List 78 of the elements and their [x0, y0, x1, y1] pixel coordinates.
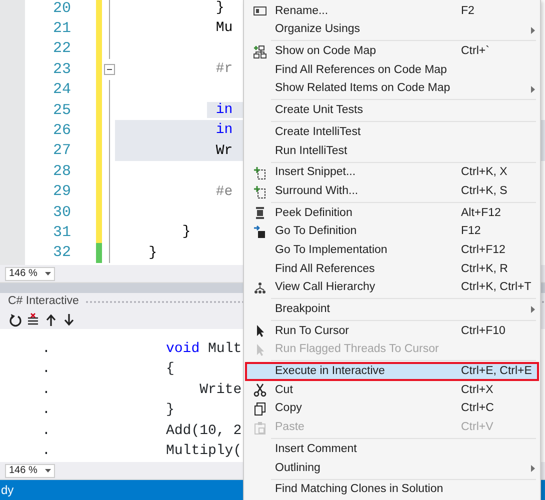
line-number: 27	[52, 142, 71, 160]
code-text: Multiply(	[166, 442, 242, 462]
menu-item[interactable]: Show on Code Map Ctrl+`	[245, 42, 539, 62]
line-number: 23	[52, 60, 71, 78]
prompt-dot: .	[42, 402, 50, 418]
menu-item[interactable]: Insert Comment	[245, 440, 539, 459]
copy-icon	[253, 402, 267, 416]
menu-item[interactable]: Show Related Items on Code Map	[245, 80, 539, 98]
prompt-dot: .	[42, 382, 50, 398]
line-number: 28	[52, 162, 71, 180]
line-number: 26	[52, 122, 71, 140]
code-text: Add(10, 2	[166, 422, 242, 441]
menu-item[interactable]: Organize Usings	[245, 20, 539, 40]
line-number: 21	[52, 20, 71, 38]
caret-icon	[45, 272, 51, 276]
line-number: 22	[52, 40, 71, 58]
scissors-icon	[253, 383, 267, 398]
line-number: 31	[52, 224, 71, 241]
line-number: 25	[52, 102, 71, 119]
menu-item[interactable]: Find All References on Code Map	[245, 61, 539, 80]
caret-icon	[45, 468, 51, 472]
menu-item[interactable]: Peek Definition Alt+F12	[245, 204, 539, 223]
code-text: #r	[216, 61, 233, 78]
reset-icon[interactable]	[8, 313, 22, 327]
zoom-dropdown[interactable]: 146 %	[5, 266, 55, 280]
menu-item[interactable]: Find Matching Clones in Solution	[245, 480, 539, 500]
menu-item[interactable]: Cut Ctrl+X	[245, 381, 539, 400]
prompt-dot: .	[42, 340, 50, 357]
code-text: }	[216, 0, 224, 16]
line-number: 30	[52, 204, 71, 221]
menu-item[interactable]: Surround With... Ctrl+K, S	[245, 182, 539, 201]
code-text: Wr	[216, 142, 233, 159]
code-text: in	[216, 102, 233, 118]
rename-icon	[253, 4, 267, 18]
status-text: dy	[1, 482, 14, 499]
prompt-dot: .	[42, 361, 50, 378]
code-text: }	[182, 224, 191, 240]
code-text: void Mult	[166, 340, 242, 359]
definition-icon	[253, 224, 267, 239]
prompt-dot: .	[42, 443, 50, 460]
prompt-dot: .	[42, 422, 50, 439]
up-arrow-icon[interactable]	[44, 313, 58, 327]
down-arrow-icon[interactable]	[62, 313, 76, 327]
code-text: {	[166, 360, 174, 380]
snippet-icon	[253, 184, 267, 199]
menu-item[interactable]: Rename... F2	[245, 2, 539, 21]
zoom-dropdown[interactable]: 146 %	[5, 464, 55, 478]
menu-item[interactable]: Go To Implementation Ctrl+F12	[245, 241, 539, 260]
menu-item[interactable]: Outlining	[245, 458, 539, 478]
menu-item[interactable]: Copy Ctrl+C	[245, 400, 539, 418]
clipboard-icon	[253, 420, 267, 435]
menu-item[interactable]: Run To Cursor Ctrl+F10	[245, 322, 539, 341]
line-number: 32	[52, 244, 71, 262]
code-text: Mu	[216, 20, 233, 36]
panel-title: C# Interactive	[8, 294, 79, 310]
clear-icon[interactable]	[26, 313, 40, 327]
menu-item[interactable]: Execute in Interactive Ctrl+E, Ctrl+E	[245, 362, 539, 382]
menu-item[interactable]: Create Unit Tests	[245, 101, 539, 120]
menu-item[interactable]: Run IntelliTest	[245, 142, 539, 160]
menu-item[interactable]: Go To Definition F12	[245, 222, 539, 242]
line-number: 20	[52, 0, 71, 17]
code-text: }	[166, 401, 174, 420]
code-text: in	[216, 122, 233, 138]
hierarchy-icon	[253, 280, 267, 295]
diagram-icon	[253, 44, 267, 59]
menu-item[interactable]: Find All References Ctrl+K, R	[245, 260, 539, 279]
menu-item[interactable]: Insert Snippet... Ctrl+K, X	[245, 164, 539, 182]
code-text: #e	[216, 184, 233, 200]
line-number: 24	[52, 81, 71, 98]
code-text: Write	[198, 380, 242, 400]
peek-icon	[253, 206, 267, 220]
menu-item[interactable]: View Call Hierarchy Ctrl+K, Ctrl+T	[245, 278, 539, 298]
menu-item[interactable]: Breakpoint	[245, 300, 539, 319]
menu-item[interactable]: Create IntelliTest	[245, 123, 539, 142]
collapse-icon[interactable]	[104, 64, 114, 75]
code-text: }	[148, 244, 158, 261]
line-number: 29	[52, 183, 71, 200]
snippet-icon	[253, 166, 267, 180]
